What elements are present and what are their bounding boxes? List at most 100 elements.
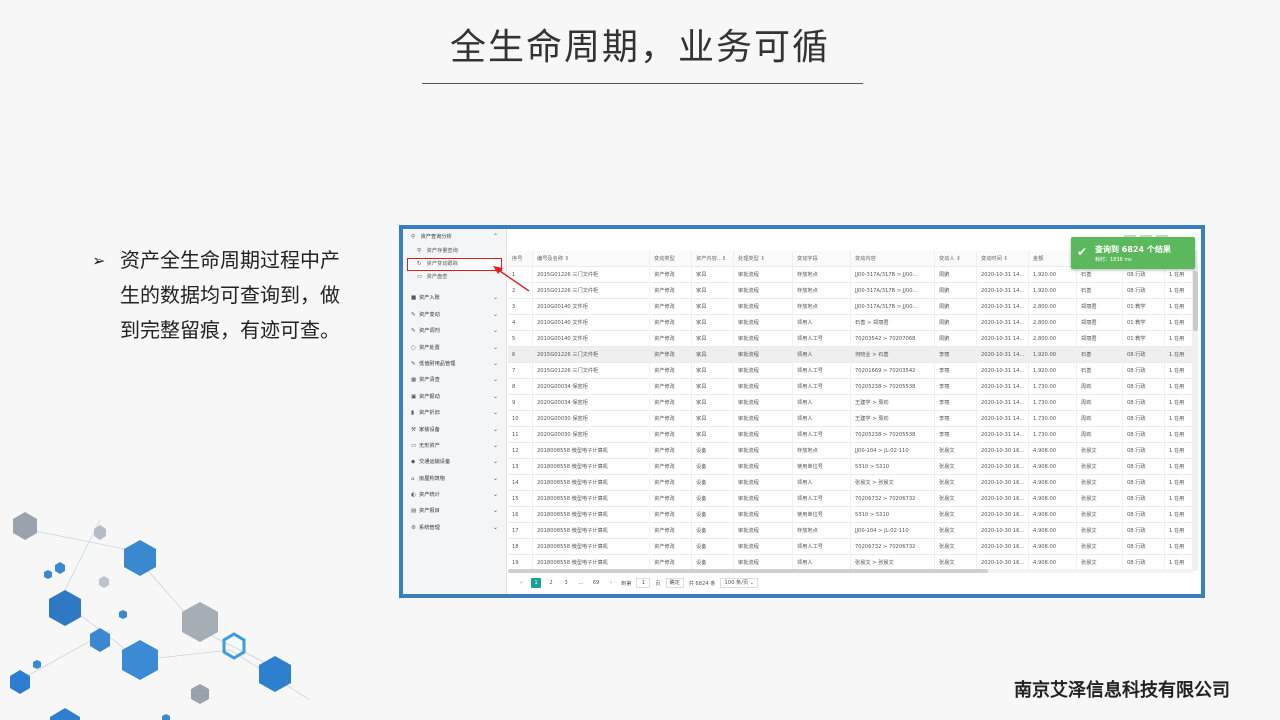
table-cell: 1.在用 (1165, 363, 1193, 378)
table-row[interactable]: 15 2018008558 微型电子计算机 资产修改 设备 审批流程 领用人工号 70206… (508, 491, 1193, 507)
table-row[interactable]: 13 2018008558 微型电子计算机 资产修改 设备 审批流程 使用单位号 5310 … (508, 459, 1193, 475)
table-cell: 审批流程 (734, 411, 793, 426)
table-row[interactable]: 12 2018008558 微型电子计算机 资产修改 设备 审批流程 存放地点 JJ00-1… (508, 443, 1193, 459)
table-row[interactable]: 18 2018008558 微型电子计算机 资产修改 设备 审批流程 领用人工号 70206… (508, 539, 1193, 555)
table-row[interactable]: 5 2010G00140 文件柜 资产修改 家具 审批流程 领用人工号 70203542 >… (508, 331, 1193, 347)
page-button-3[interactable]: 3 (561, 578, 571, 588)
horizontal-scrollbar[interactable] (508, 569, 1193, 573)
page-size-select[interactable]: 100 条/页 ⌄ (720, 578, 759, 588)
table-cell: 08.行政 (1123, 507, 1165, 522)
table-row[interactable]: 9 2020G00034 保密柜 资产修改 家具 审批流程 领用人 王建学 > 周劲 李丽 20… (508, 395, 1193, 411)
table-cell: 领用人 (793, 555, 851, 570)
sidebar-item[interactable]: ✎ 资产调剂 ⌄ (403, 323, 506, 339)
goto-page-input[interactable]: 1 (636, 578, 651, 588)
column-header[interactable]: 序号 (508, 251, 533, 266)
column-header[interactable]: 变动人 ⇕ (935, 251, 977, 266)
table-row[interactable]: 8 2020G00034 保密柜 资产修改 家具 审批流程 领用人工号 70205238 >… (508, 379, 1193, 395)
table-cell: 4,908.00 (1029, 491, 1077, 506)
table-cell: 2020-10-31 14... (977, 379, 1029, 394)
sidebar-subitem-change-tracking[interactable]: ↻ 资产变动跟踪 (407, 258, 502, 272)
sidebar-item[interactable]: ○ 资产处置 ⌄ (403, 340, 506, 356)
column-header[interactable]: 变动字段 (793, 251, 851, 266)
sidebar-item[interactable]: ✎ 资产变动 ⌄ (403, 307, 506, 323)
table-row[interactable]: 2 2015G01226 三门文件柜 资产修改 家具 审批流程 存放地点 JJ00-317A… (508, 283, 1193, 299)
sidebar-item[interactable]: ✎ 低值耐用品管理 ⌄ (403, 356, 506, 372)
sidebar-item[interactable]: ◆ 交通运输设备 ⌄ (403, 454, 506, 470)
column-header[interactable]: 金额 (1029, 251, 1077, 266)
sidebar-item[interactable]: ▦ 资产清查 ⌄ (403, 372, 506, 388)
column-header[interactable]: 变动类型 (650, 251, 692, 266)
table-cell: 13 (508, 459, 533, 474)
table-cell: JJ00-317A/317B > JJ00... (851, 267, 935, 282)
table-row[interactable]: 6 2015G01226 三门文件柜 资产修改 家具 审批流程 领用人 何晓业 > 石善 李丽… (508, 347, 1193, 363)
table-cell: 2020-10-31 14... (977, 395, 1029, 410)
table-cell: 1.在用 (1165, 267, 1193, 282)
pencil-icon: ✎ (411, 311, 416, 318)
table-cell: 2020-10-31 14... (977, 363, 1029, 378)
sidebar-item[interactable]: ▮ 资产折旧 ⌄ (403, 405, 506, 421)
page-button-2[interactable]: 2 (546, 578, 556, 588)
table-cell: 1,920.00 (1029, 283, 1077, 298)
column-header[interactable]: 变动时间 ⇕ (977, 251, 1029, 266)
table-cell: 资产修改 (650, 379, 692, 394)
table-row[interactable]: 11 2020G00030 保密柜 资产修改 家具 审批流程 领用人工号 70205238 … (508, 427, 1193, 443)
table-cell: 08.行政 (1123, 443, 1165, 458)
page-button-1[interactable]: 1 (531, 578, 541, 588)
sidebar-item[interactable]: ◐ 资产统计 ⌄ (403, 487, 506, 503)
page-button-last[interactable]: 69 (591, 578, 601, 588)
table-row[interactable]: 7 2015G01226 三门文件柜 资产修改 家具 审批流程 领用人工号 70201669… (508, 363, 1193, 379)
gear-icon: ⚙ (411, 524, 416, 531)
table-cell: 设备 (692, 491, 734, 506)
sidebar-item[interactable]: ▣ 资产报动 ⌄ (403, 389, 506, 405)
table-cell: 家具 (692, 299, 734, 314)
sidebar-item[interactable]: ■ 资产入账 ⌄ (403, 290, 506, 306)
table-row[interactable]: 3 2010G00140 文件柜 资产修改 家具 审批流程 存放地点 JJ00-317A/3… (508, 299, 1193, 315)
table-cell: 5310 > 5310 (851, 459, 935, 474)
sidebar-subitem-asset-check[interactable]: ▭ 资产盘查 (403, 271, 506, 284)
table-cell: 资产修改 (650, 523, 692, 538)
table-cell: 审批流程 (734, 379, 793, 394)
column-header[interactable]: 处理类型 ⇕ (734, 251, 793, 266)
table-cell: 领用人工号 (793, 539, 851, 554)
table-row[interactable]: 16 2018008558 微型电子计算机 资产修改 设备 审批流程 使用单位号 5310 … (508, 507, 1193, 523)
sidebar-subitem-stock-query[interactable]: ⚲ 资产存量查询 (403, 245, 506, 258)
table-cell: 使用单位号 (793, 507, 851, 522)
sidebar-item[interactable]: ⚒ 家装设备 ⌄ (403, 422, 506, 438)
book-icon: ▮ (411, 410, 415, 417)
next-page-button[interactable]: › (606, 578, 616, 588)
table-cell: 审批流程 (734, 427, 793, 442)
sidebar-item[interactable]: ▭ 无形资产 ⌄ (403, 438, 506, 454)
table-cell: 12 (508, 443, 533, 458)
column-header[interactable]: 资产内容...⇕ (692, 251, 734, 266)
table-row[interactable]: 10 2020G00030 保密柜 资产修改 家具 审批流程 领用人 王建学 > 周劲 李丽 2… (508, 411, 1193, 427)
sidebar-group-asset-query[interactable]: ⚲ 资产查询分析 ⌃ (403, 229, 506, 245)
table-cell: 1.在用 (1165, 347, 1193, 362)
table-row[interactable]: 14 2018008558 微型电子计算机 资产修改 设备 审批流程 领用人 张晨文 > 张… (508, 475, 1193, 491)
table-cell: 张晨文 > 张晨文 (851, 555, 935, 570)
table-cell: 3 (508, 299, 533, 314)
check-icon: ✔ (1077, 245, 1088, 259)
chevron-up-icon: ⌃ (492, 233, 498, 240)
sidebar-item[interactable]: ▤ 资产报目 ⌄ (403, 503, 506, 519)
sidebar-item-label: 资产变动 (419, 311, 440, 318)
sidebar-item[interactable]: ⌂ 房屋构筑物 ⌄ (403, 471, 506, 487)
table-row[interactable]: 17 2018008558 微型电子计算机 资产修改 设备 审批流程 存放地点 JJ00-1… (508, 523, 1193, 539)
table-cell: 审批流程 (734, 299, 793, 314)
table-cell: 2010G00140 文件柜 (533, 331, 650, 346)
sidebar-item[interactable]: ⚙ 系统管理 ⌄ (403, 520, 506, 536)
table-cell: 资产修改 (650, 299, 692, 314)
table-cell: 19 (508, 555, 533, 570)
page-ellipsis: ... (578, 580, 584, 586)
prev-page-button[interactable]: ‹ (516, 578, 526, 588)
table-row[interactable]: 1 2015G01226 三门文件柜 资产修改 家具 审批流程 存放地点 JJ00-317A… (508, 267, 1193, 283)
table-cell: 1,730.00 (1029, 395, 1077, 410)
column-header[interactable]: 编号及名称 ⇕ (533, 251, 650, 266)
column-header[interactable]: 变动内容 (851, 251, 935, 266)
table-cell: 2020G00034 保密柜 (533, 395, 650, 410)
table-cell: 何晓业 > 石善 (851, 347, 935, 362)
table-row[interactable]: 4 2010G00140 文件柜 资产修改 家具 审批流程 领用人 石善 > 郑丽君 周鹏 20… (508, 315, 1193, 331)
table-cell: 郑丽君 (1077, 331, 1123, 346)
table-cell: 14 (508, 475, 533, 490)
goto-confirm-button[interactable]: 确定 (665, 578, 684, 588)
vertical-scrollbar[interactable] (1193, 251, 1198, 571)
